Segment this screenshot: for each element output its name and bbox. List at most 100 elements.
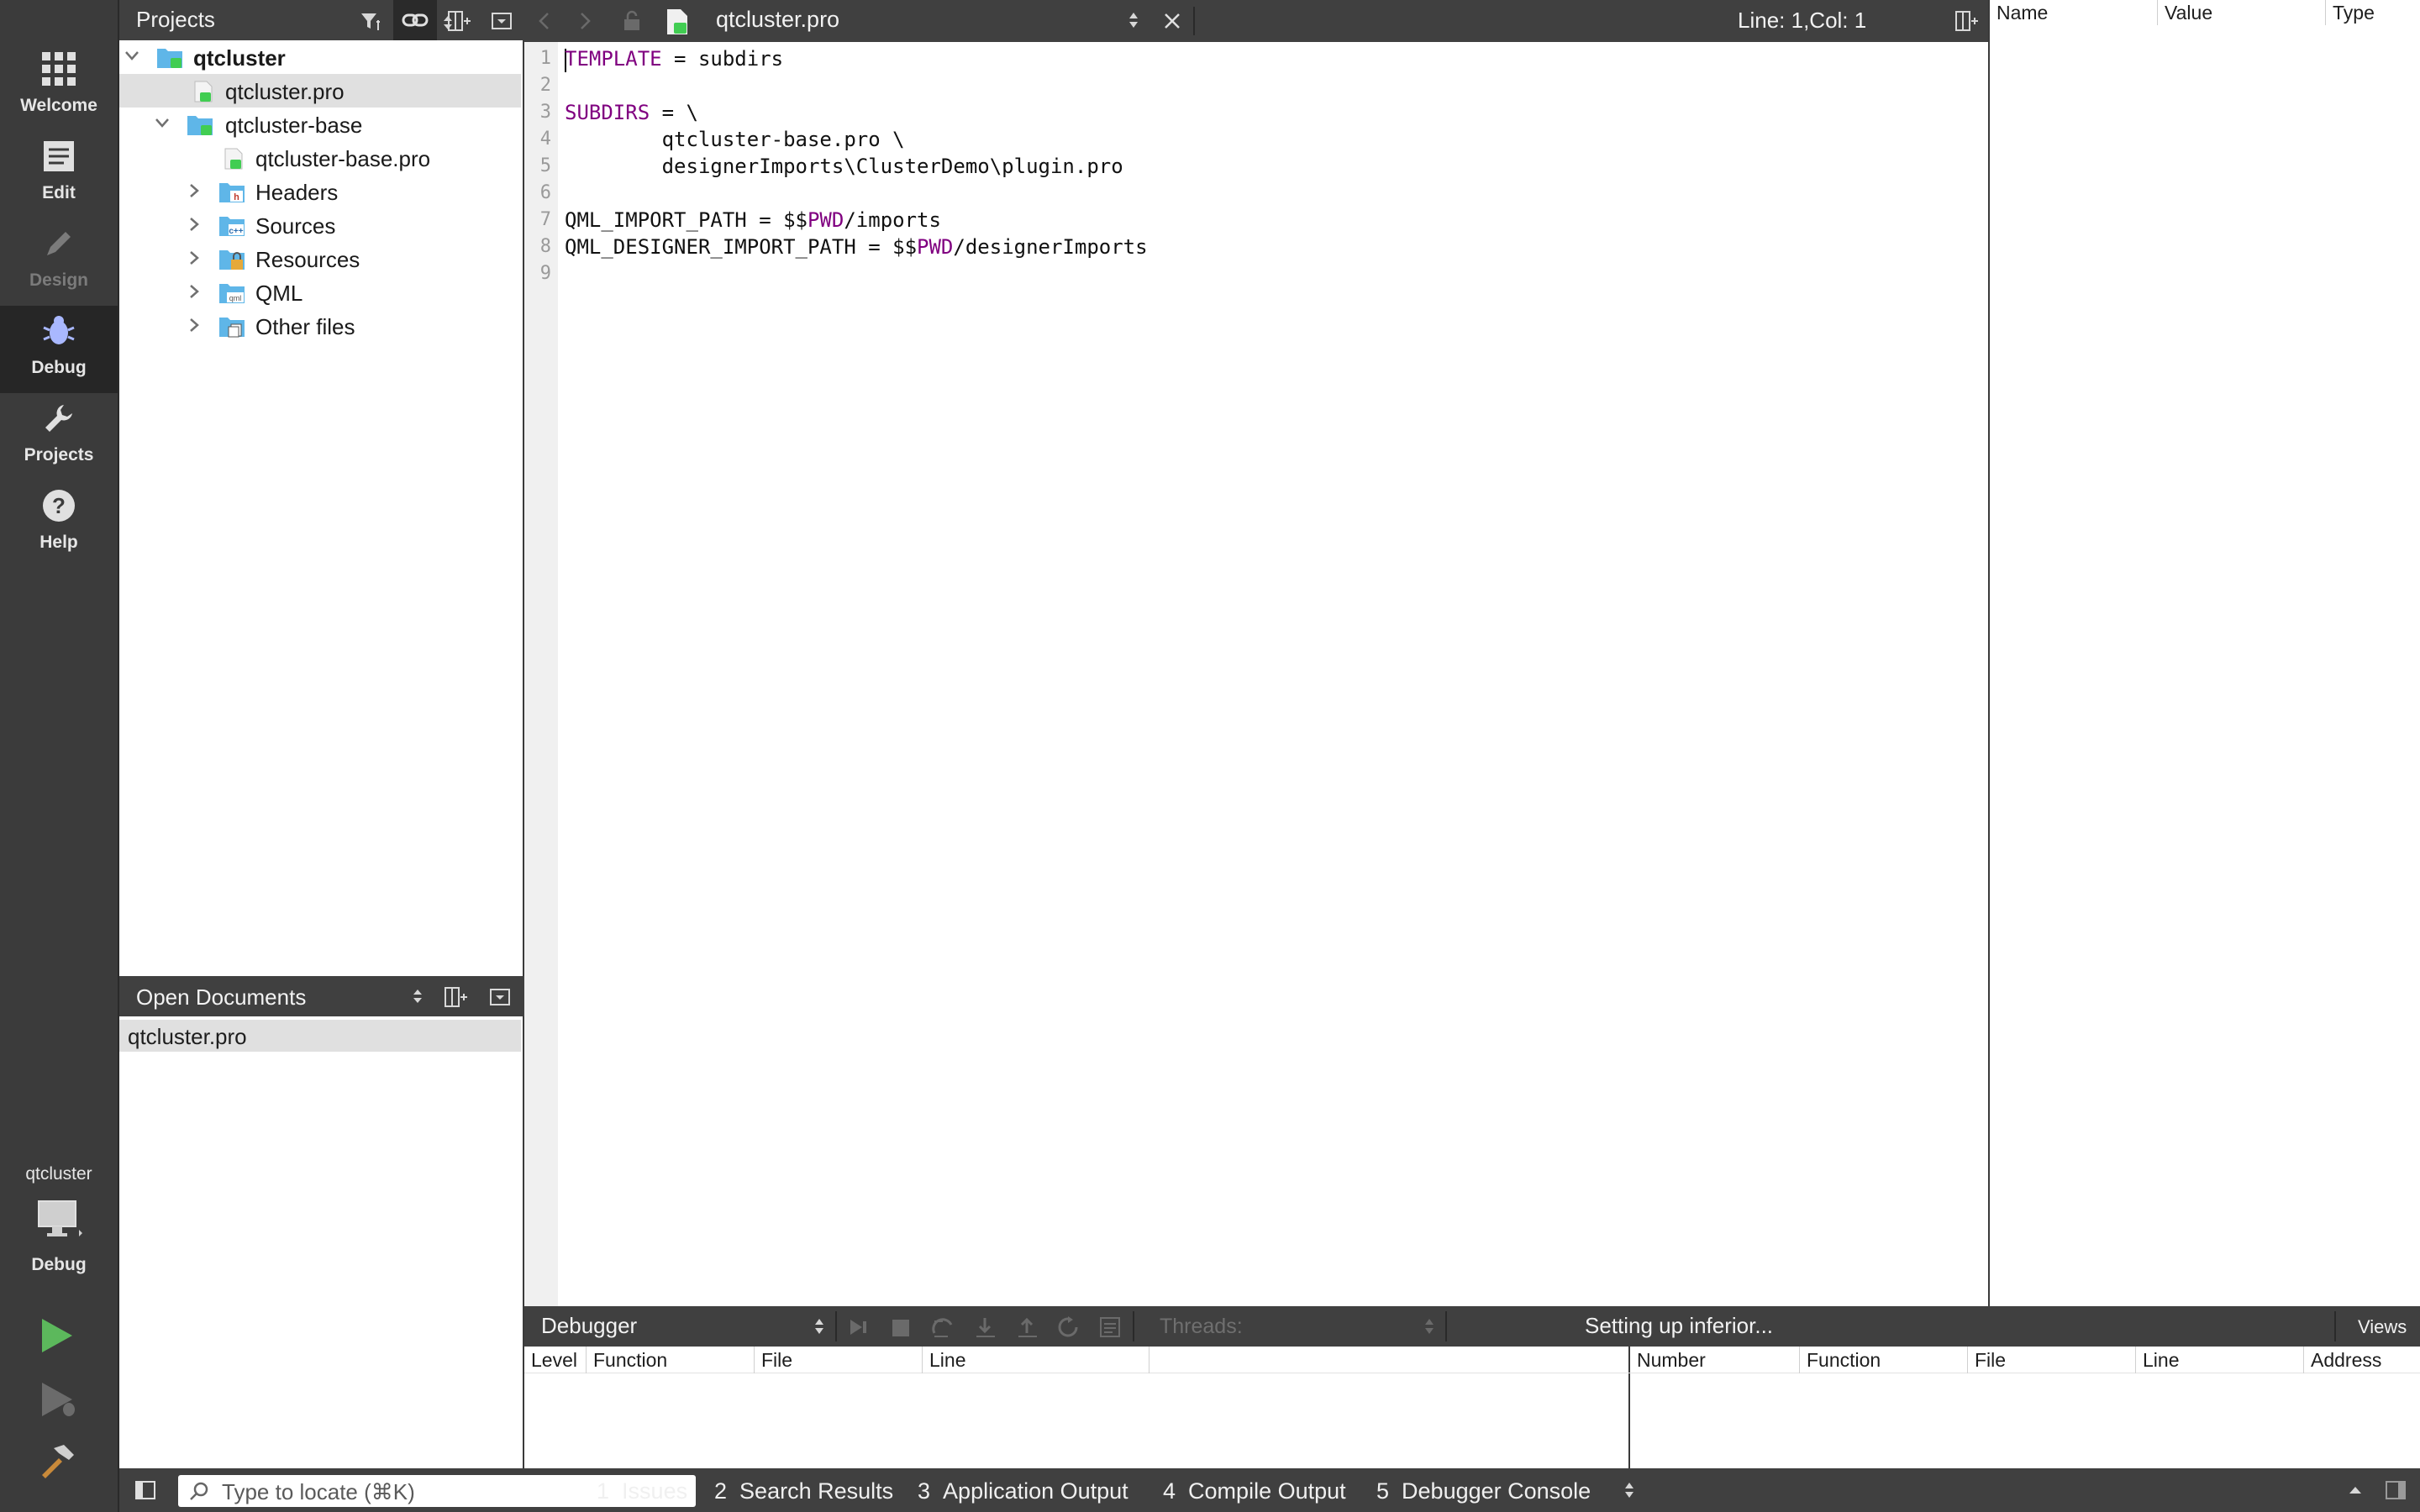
link-toggle[interactable]	[393, 0, 437, 40]
toolbar-divider	[1445, 1311, 1447, 1341]
mode-edit[interactable]: Edit	[0, 131, 118, 218]
updown-icon[interactable]	[1128, 12, 1139, 29]
output-tab-search-results[interactable]: 2 Search Results	[714, 1478, 893, 1504]
resources-folder-icon	[219, 250, 245, 270]
filter-icon[interactable]	[358, 8, 383, 34]
breakpoint-column[interactable]: Number	[1630, 1347, 1800, 1373]
tree-item-sources[interactable]: c++ Sources	[119, 208, 521, 242]
step-into-icon[interactable]	[973, 1316, 998, 1338]
tree-item-other-files[interactable]: Other files	[119, 309, 521, 343]
run-button[interactable]	[40, 1317, 74, 1354]
locals-column-type[interactable]: Type	[2326, 0, 2420, 25]
mode-debug[interactable]: Debug	[0, 306, 118, 393]
locals-view: Name Value Type	[1988, 0, 2420, 1306]
chevron-up-icon[interactable]	[2348, 1483, 2363, 1495]
tree-item-qtcluster-base[interactable]: qtcluster-base	[119, 108, 521, 141]
tab-label: Compile Output	[1188, 1478, 1346, 1504]
status-bar: Type to locate (⌘K) 1 Issues 2 Search Re…	[119, 1468, 2420, 1512]
pro-file-icon	[224, 148, 243, 170]
line-number: 4	[539, 129, 551, 150]
close-pane-icon[interactable]	[489, 988, 511, 1006]
tree-item-headers[interactable]: h Headers	[119, 175, 521, 208]
forward-arrow-icon[interactable]	[578, 12, 592, 30]
output-tab-compile-output[interactable]: 4 Compile Output	[1163, 1478, 1346, 1504]
editor-file-name[interactable]: qtcluster.pro	[716, 7, 839, 33]
mode-welcome[interactable]: Welcome	[0, 44, 118, 131]
close-pane-icon[interactable]	[491, 12, 513, 30]
stop-icon[interactable]	[891, 1318, 911, 1338]
locals-column-name[interactable]: Name	[1990, 0, 2158, 25]
debugger-selector[interactable]: Debugger	[541, 1313, 637, 1339]
mode-label: Design	[29, 270, 88, 290]
lock-icon[interactable]	[622, 10, 642, 32]
chevron-right-icon[interactable]	[188, 284, 200, 299]
restart-icon[interactable]	[1057, 1316, 1079, 1338]
split-icon[interactable]	[1954, 10, 1980, 32]
toggle-right-sidebar-icon[interactable]	[2385, 1480, 2407, 1500]
tab-number: 5	[1376, 1478, 1390, 1504]
output-tab-debugger-console[interactable]: 5 Debugger Console	[1376, 1478, 1591, 1504]
chevron-right-icon[interactable]	[188, 250, 200, 265]
cursor-position[interactable]: Line: 1,Col: 1	[1738, 8, 1866, 34]
continue-icon[interactable]	[847, 1316, 869, 1338]
step-out-icon[interactable]	[1015, 1316, 1040, 1338]
line-number: 8	[539, 236, 551, 257]
stack-column[interactable]: Function	[587, 1347, 755, 1373]
mode-bar: Welcome Edit Design Debug Projects ? Hel…	[0, 0, 119, 1512]
tree-label: qtcluster-base.pro	[255, 146, 431, 171]
toggle-sidebar-icon[interactable]	[134, 1480, 156, 1500]
stack-column[interactable]: Line	[923, 1347, 1150, 1373]
updown-icon[interactable]	[1423, 1318, 1435, 1335]
close-icon[interactable]	[1163, 12, 1181, 30]
tree-item-qtcluster-pro[interactable]: qtcluster.pro	[119, 74, 521, 108]
debug-run-button[interactable]	[40, 1381, 77, 1418]
chevron-down-icon[interactable]	[124, 50, 139, 62]
code-line-1: TEMPLATE = subdirs	[565, 47, 783, 71]
svg-text:h: h	[234, 192, 239, 202]
code-text: = subdirs	[661, 47, 784, 71]
back-arrow-icon[interactable]	[538, 12, 551, 30]
breakpoints-header: Number Function File Line Address	[1630, 1347, 2420, 1373]
breakpoints-view: Number Function File Line Address	[1630, 1347, 2420, 1468]
output-tab-issues[interactable]: 1 Issues	[597, 1478, 687, 1504]
tree-label: Headers	[255, 180, 339, 205]
chevron-right-icon[interactable]	[188, 183, 200, 198]
stack-column[interactable]: File	[755, 1347, 923, 1373]
updown-icon[interactable]	[1623, 1482, 1635, 1499]
link-icon	[402, 13, 429, 27]
chevron-right-icon[interactable]	[188, 318, 200, 333]
tree-item-qml[interactable]: qml QML	[119, 276, 521, 309]
kit-selector[interactable]	[35, 1198, 82, 1240]
stack-column[interactable]: Level	[524, 1347, 587, 1373]
line-number: 6	[539, 182, 551, 203]
help-icon: ?	[42, 489, 76, 522]
open-document-item[interactable]: qtcluster.pro	[119, 1020, 521, 1052]
tree-label: qtcluster	[193, 45, 286, 71]
breakpoint-column[interactable]: Line	[2136, 1347, 2304, 1373]
breakpoint-column[interactable]: Function	[1800, 1347, 1968, 1373]
mode-help[interactable]: ? Help	[0, 480, 118, 568]
output-tab-application-output[interactable]: 3 Application Output	[918, 1478, 1128, 1504]
build-button[interactable]	[39, 1441, 77, 1480]
breakpoint-column[interactable]: Address	[2304, 1347, 2420, 1373]
split-icon[interactable]	[444, 986, 469, 1008]
locals-column-value[interactable]: Value	[2158, 0, 2326, 25]
open-documents-title: Open Documents	[136, 984, 307, 1010]
mode-design[interactable]: Design	[0, 218, 118, 306]
mode-projects[interactable]: Projects	[0, 393, 118, 480]
line-number: 3	[539, 102, 551, 123]
tree-item-resources[interactable]: Resources	[119, 242, 521, 276]
chevron-down-icon[interactable]	[155, 118, 170, 129]
split-icon[interactable]	[447, 10, 472, 32]
chevron-right-icon[interactable]	[188, 217, 200, 232]
bug-icon	[42, 314, 76, 348]
views-button[interactable]: Views	[2358, 1316, 2407, 1338]
tree-item-qtcluster-base-pro[interactable]: qtcluster-base.pro	[119, 141, 521, 175]
tree-item-qtcluster[interactable]: qtcluster	[119, 40, 521, 74]
breakpoint-column[interactable]: File	[1968, 1347, 2136, 1373]
updown-icon[interactable]	[412, 989, 424, 1004]
code-text: = \	[650, 101, 698, 124]
updown-icon[interactable]	[813, 1318, 825, 1335]
step-over-icon[interactable]	[931, 1316, 956, 1338]
operate-by-instruction-icon[interactable]	[1099, 1316, 1121, 1338]
